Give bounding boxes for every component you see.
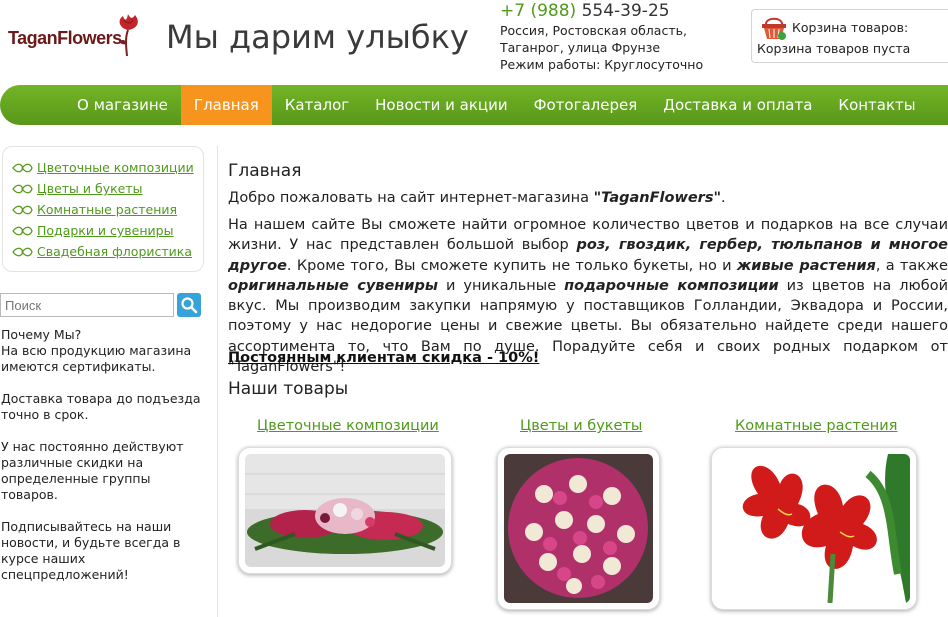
- why-us-block: Почему Мы? На всю продукцию магазина име…: [1, 327, 211, 599]
- category-link[interactable]: Подарки и сувениры: [37, 223, 173, 238]
- amaryllis-image: [718, 454, 910, 603]
- product-link-bouquets[interactable]: Цветы и букеты: [520, 418, 642, 434]
- page-title: Главная: [228, 161, 302, 181]
- working-hours: Режим работы: Круглосуточно: [500, 57, 704, 72]
- contact-info: +7 (988) 554-39-25 Россия, Ростовская об…: [500, 3, 703, 73]
- category-link[interactable]: Комнатные растения: [37, 202, 177, 217]
- welcome-brand: "TaganFlowers": [593, 190, 722, 206]
- phone-number: 554-39-25: [581, 1, 670, 21]
- product-card-bouquets[interactable]: [497, 447, 660, 610]
- discount-note: Постоянным клиентам скидка - 10%!: [228, 350, 540, 366]
- nav-home[interactable]: Главная: [180, 85, 272, 125]
- product-link-compositions[interactable]: Цветочные композиции: [257, 418, 439, 434]
- product-card-houseplants[interactable]: [711, 447, 917, 610]
- category-link[interactable]: Цветочные композиции: [37, 160, 194, 175]
- search-icon: [181, 297, 198, 314]
- leaf-icon: [12, 184, 33, 193]
- address-line-1: Россия, Ростовская область,: [500, 23, 687, 38]
- category-item[interactable]: Цветочные композиции: [12, 157, 203, 178]
- phone-code: +7 (988): [500, 1, 577, 21]
- rose-bouquet-image: [504, 454, 653, 603]
- category-link[interactable]: Цветы и букеты: [37, 181, 142, 196]
- cart-widget[interactable]: Корзина товаров: Корзина товаров пуста: [751, 9, 948, 63]
- nav-delivery[interactable]: Доставка и оплата: [650, 85, 825, 125]
- nav-catalog[interactable]: Каталог: [272, 85, 362, 125]
- phone: +7 (988) 554-39-25: [500, 3, 703, 20]
- category-item[interactable]: Свадебная флористика: [12, 241, 203, 262]
- product-card-compositions[interactable]: [238, 447, 452, 574]
- intro-part: , а также: [875, 257, 948, 274]
- nav-gallery[interactable]: Фотогалерея: [521, 85, 651, 125]
- logo-text: TaganFlowers: [8, 28, 122, 48]
- nav-about[interactable]: О магазине: [64, 85, 181, 125]
- intro-highlight: живые растения: [736, 257, 876, 274]
- product-image: [245, 454, 445, 567]
- rose-logo-icon: [119, 14, 138, 57]
- category-menu: Цветочные композиции Цветы и букеты Комн…: [2, 146, 204, 272]
- cart-title: Корзина товаров:: [792, 20, 909, 35]
- category-link[interactable]: Свадебная флористика: [37, 244, 192, 259]
- leaf-icon: [12, 226, 33, 235]
- category-item[interactable]: Комнатные растения: [12, 199, 203, 220]
- product-link-houseplants[interactable]: Комнатные растения: [735, 418, 897, 434]
- nav-contacts[interactable]: Контакты: [825, 85, 928, 125]
- welcome-prefix: Добро пожаловать на сайт интернет-магази…: [228, 190, 594, 206]
- category-item[interactable]: Подарки и сувениры: [12, 220, 203, 241]
- leaf-icon: [12, 163, 33, 172]
- leaf-icon: [12, 247, 33, 256]
- site-logo[interactable]: TaganFlowers: [8, 12, 143, 58]
- intro-part: и уникальные: [437, 277, 565, 294]
- address-line-2: Таганрог, улица Фрунзе: [500, 40, 661, 55]
- main-nav: О магазине Главная Каталог Новости и акц…: [0, 85, 948, 125]
- intro-part: . Кроме того, Вы сможете купить не тольк…: [286, 257, 737, 274]
- nav-news[interactable]: Новости и акции: [362, 85, 520, 125]
- site-slogan: Мы дарим улыбку: [166, 18, 469, 56]
- leaf-icon: [12, 205, 33, 214]
- cart-status: Корзина товаров пуста: [757, 41, 911, 56]
- product-image: [718, 454, 910, 603]
- flower-arrangement-image: [245, 454, 445, 567]
- search-button[interactable]: [177, 293, 201, 317]
- products-heading: Наши товары: [228, 379, 349, 399]
- basket-icon: [762, 17, 786, 40]
- content-divider: [217, 146, 218, 617]
- intro-highlight: подарочные композиции: [564, 277, 779, 294]
- why-text: У нас постоянно действуют различные скид…: [1, 439, 184, 502]
- intro-highlight: оригинальные сувениры: [228, 277, 438, 294]
- search-input[interactable]: [0, 293, 174, 317]
- why-text: Почему Мы? На всю продукцию магазина име…: [1, 327, 192, 374]
- category-item[interactable]: Цветы и букеты: [12, 178, 203, 199]
- why-text: Подписывайтесь на наши новости, и будьте…: [1, 519, 181, 582]
- product-image: [504, 454, 653, 603]
- why-text: Доставка товара до подъезда точно в срок…: [1, 391, 201, 422]
- welcome-text: Добро пожаловать на сайт интернет-магази…: [228, 190, 726, 206]
- welcome-suffix: .: [721, 190, 726, 206]
